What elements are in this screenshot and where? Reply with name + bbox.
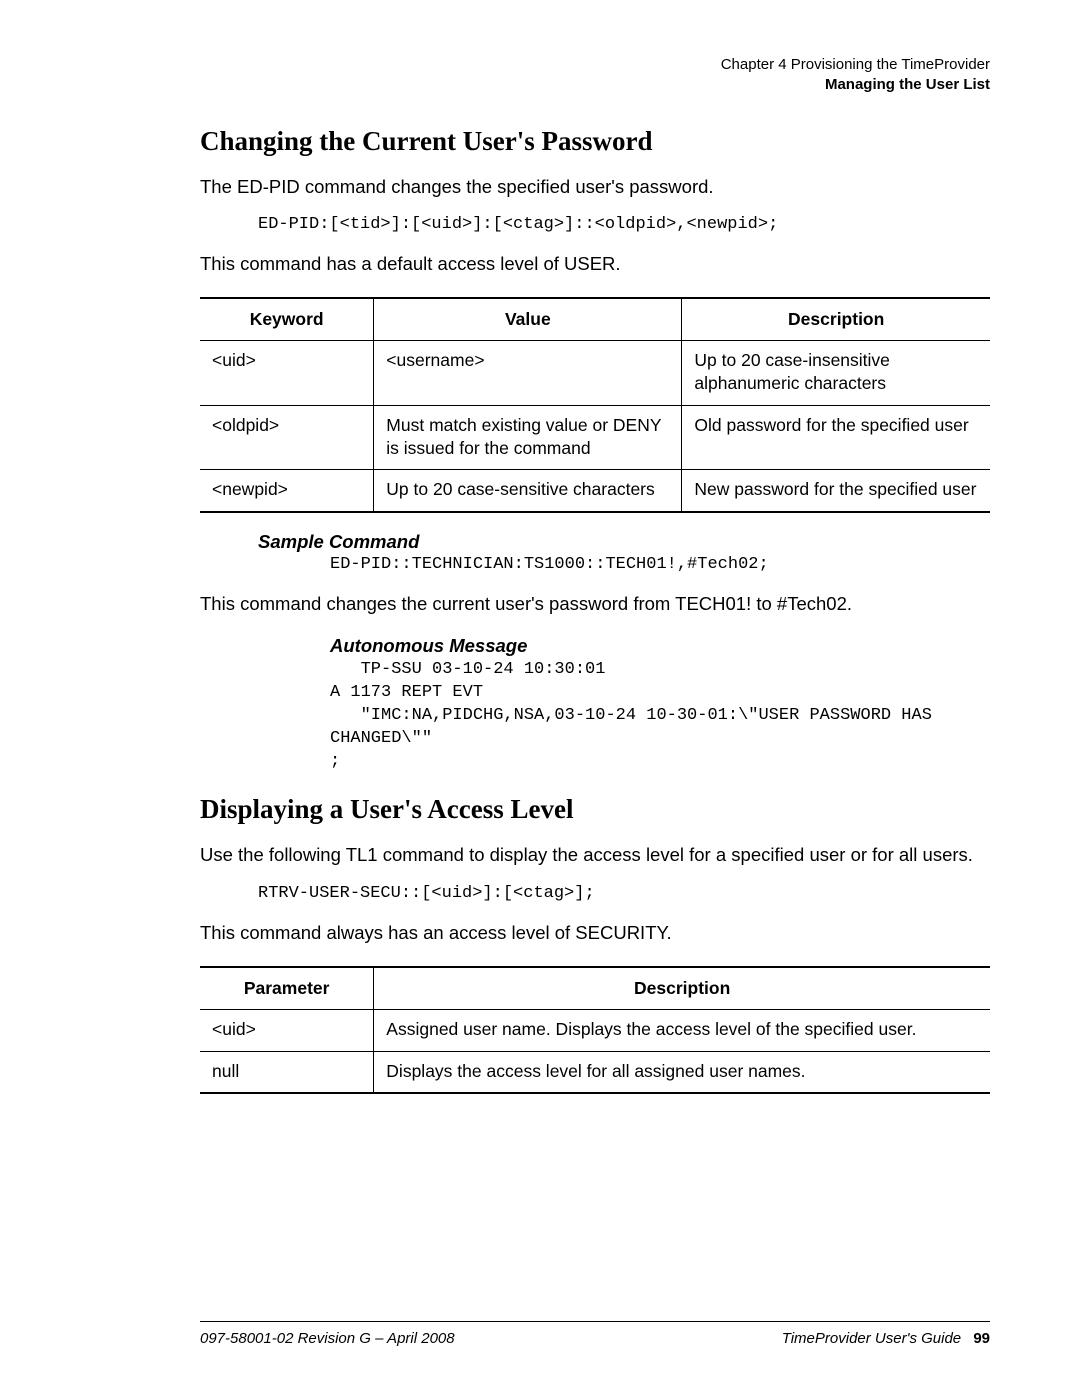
sample-command-label: Sample Command	[258, 531, 990, 553]
table-row: <uid> <username> Up to 20 case-insensiti…	[200, 341, 990, 406]
table-row: null Displays the access level for all a…	[200, 1051, 990, 1093]
sample-command-code: ED-PID::TECHNICIAN:TS1000::TECH01!,#Tech…	[330, 555, 990, 574]
col-header: Description	[374, 967, 990, 1010]
col-header: Keyword	[200, 298, 374, 341]
autonomous-message-block: TP-SSU 03-10-24 10:30:01 A 1173 REPT EVT…	[330, 659, 990, 774]
section-label: Managing the User List	[200, 75, 990, 95]
page-footer: 097-58001-02 Revision G – April 2008 Tim…	[200, 1321, 990, 1347]
command-syntax: RTRV-USER-SECU::[<uid>]:[<ctag>];	[258, 884, 990, 903]
paragraph: The ED-PID command changes the specified…	[200, 175, 990, 200]
heading-display-access-level: Displaying a User's Access Level	[200, 794, 990, 825]
command-syntax: ED-PID:[<tid>]:[<uid>]:[<ctag>]::<oldpid…	[258, 215, 990, 234]
col-header: Parameter	[200, 967, 374, 1010]
paragraph: This command changes the current user's …	[200, 592, 990, 617]
parameter-table: Parameter Description <uid> Assigned use…	[200, 966, 990, 1095]
table-row: <newpid> Up to 20 case-sensitive charact…	[200, 470, 990, 512]
paragraph: This command has a default access level …	[200, 252, 990, 277]
page-number: 99	[973, 1330, 990, 1347]
paragraph: Use the following TL1 command to display…	[200, 843, 990, 868]
autonomous-message-label: Autonomous Message	[330, 635, 990, 657]
footer-right: TimeProvider User's Guide 99	[782, 1330, 990, 1347]
heading-changing-password: Changing the Current User's Password	[200, 126, 990, 157]
keyword-table: Keyword Value Description <uid> <usernam…	[200, 297, 990, 513]
col-header: Description	[682, 298, 990, 341]
paragraph: This command always has an access level …	[200, 921, 990, 946]
col-header: Value	[374, 298, 682, 341]
table-row: <uid> Assigned user name. Displays the a…	[200, 1009, 990, 1051]
table-row: <oldpid> Must match existing value or DE…	[200, 405, 990, 470]
running-header: Chapter 4 Provisioning the TimeProvider …	[200, 55, 990, 96]
chapter-label: Chapter 4 Provisioning the TimeProvider	[200, 55, 990, 75]
page: Chapter 4 Provisioning the TimeProvider …	[0, 0, 1080, 1397]
footer-left: 097-58001-02 Revision G – April 2008	[200, 1330, 455, 1347]
